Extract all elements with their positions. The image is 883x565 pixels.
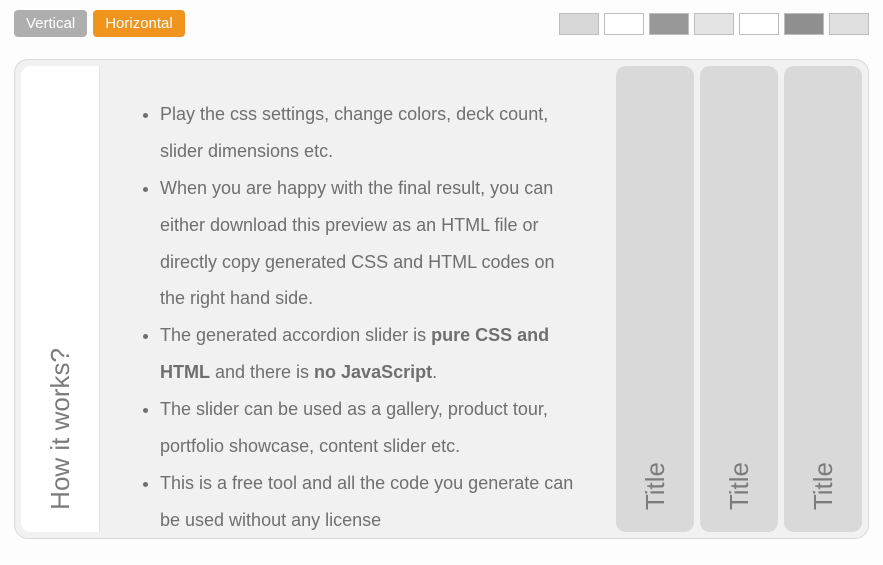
color-swatch-2[interactable] (649, 13, 689, 35)
color-swatch-3[interactable] (694, 13, 734, 35)
horizontal-button[interactable]: Horizontal (93, 10, 185, 37)
content-item: When you are happy with the final result… (160, 170, 580, 318)
accordion-tab-active[interactable]: How it works? (21, 66, 99, 532)
color-swatch-4[interactable] (739, 13, 779, 35)
accordion-tab[interactable]: Title (616, 66, 694, 532)
accordion-tab[interactable]: Title (784, 66, 862, 532)
accordion-panel-closed: Title (700, 66, 778, 532)
content-list: Play the css settings, change colors, de… (120, 96, 580, 532)
color-swatches (559, 13, 869, 35)
content-item: Play the css settings, change colors, de… (160, 96, 580, 170)
accordion-tab-label: How it works? (45, 348, 76, 510)
accordion-panel-open: How it works? Play the css settings, cha… (21, 66, 610, 532)
content-item: The generated accordion slider is pure C… (160, 317, 580, 391)
color-swatch-1[interactable] (604, 13, 644, 35)
accordion-content[interactable]: Play the css settings, change colors, de… (99, 66, 610, 532)
accordion-panel-closed: Title (616, 66, 694, 532)
accordion-tab-label: Title (808, 462, 839, 510)
accordion-tab-label: Title (640, 462, 671, 510)
accordion-tab[interactable]: Title (700, 66, 778, 532)
accordion-slider: How it works? Play the css settings, cha… (14, 59, 869, 539)
color-swatch-0[interactable] (559, 13, 599, 35)
color-swatch-5[interactable] (784, 13, 824, 35)
content-item: This is a free tool and all the code you… (160, 465, 580, 532)
accordion-tab-label: Title (724, 462, 755, 510)
top-bar: Vertical Horizontal (0, 0, 883, 37)
vertical-button[interactable]: Vertical (14, 10, 87, 37)
accordion-panel-closed: Title (784, 66, 862, 532)
orientation-toggle: Vertical Horizontal (14, 10, 185, 37)
color-swatch-6[interactable] (829, 13, 869, 35)
content-item: The slider can be used as a gallery, pro… (160, 391, 580, 465)
